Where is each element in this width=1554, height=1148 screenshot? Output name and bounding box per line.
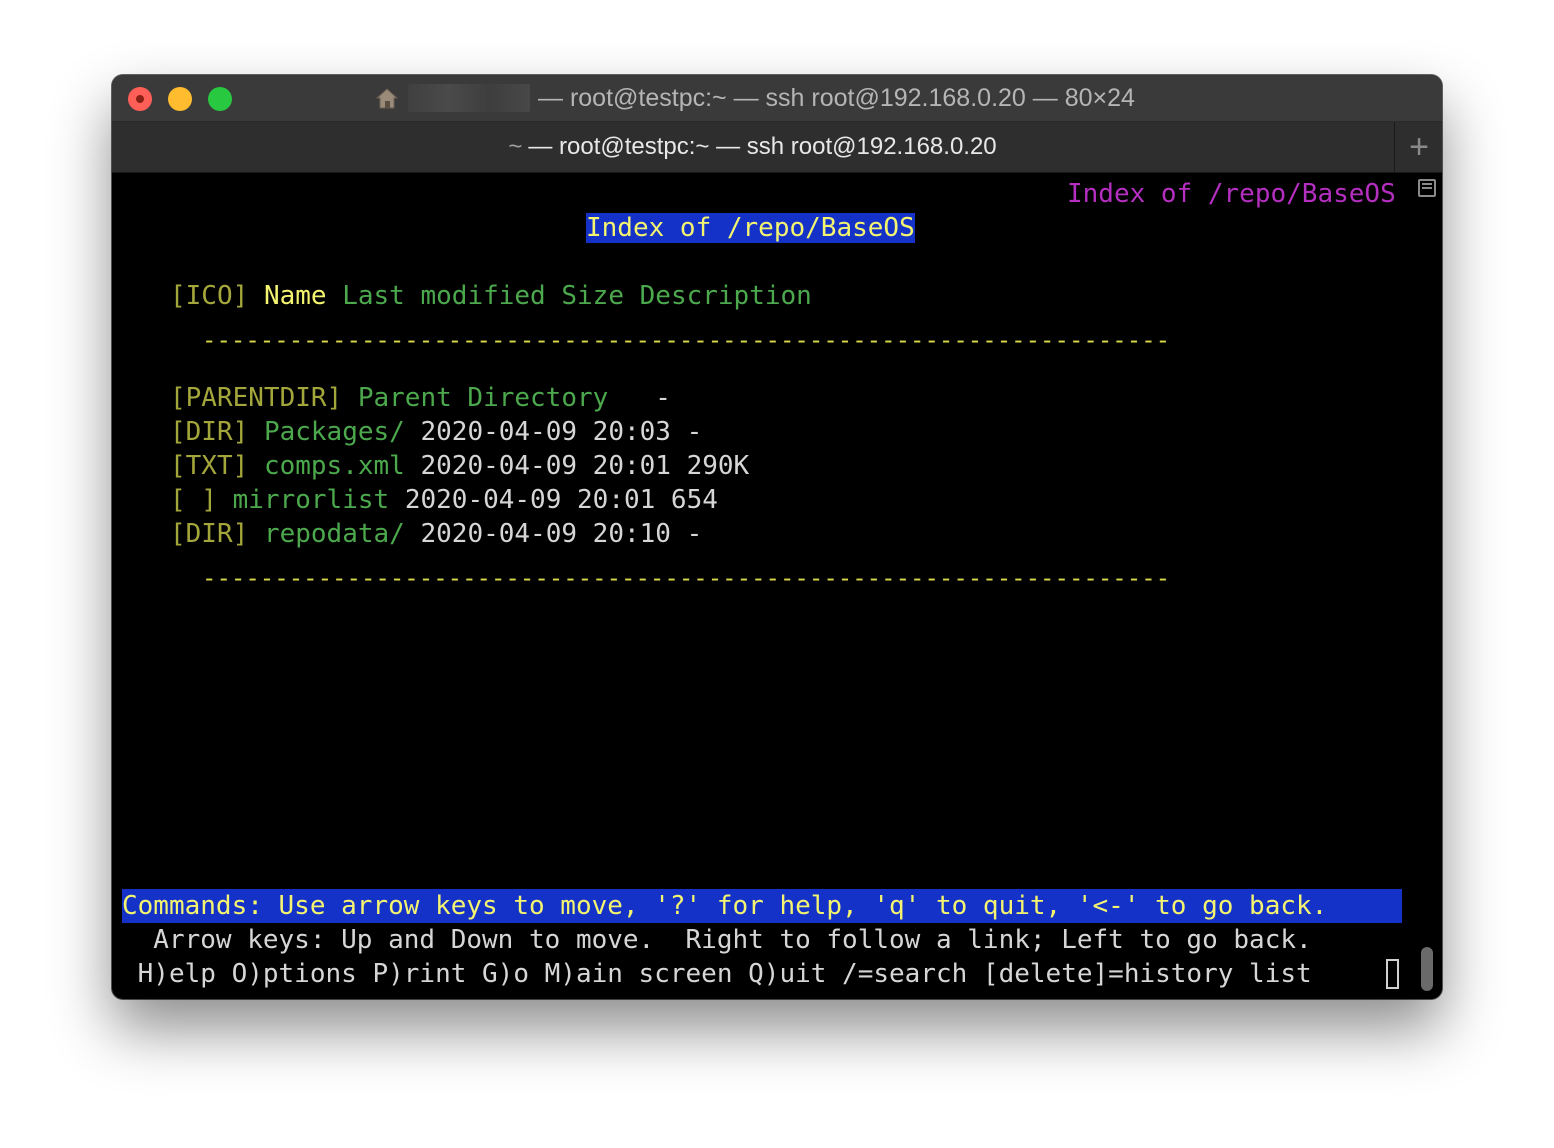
tab-prefix: ~	[508, 133, 523, 160]
entry-meta: 2020-04-09 20:01 654	[404, 485, 718, 515]
tab-label: — root@testpc:~ — ssh root@192.168.0.20	[528, 133, 997, 160]
new-tab-button[interactable]: +	[1394, 122, 1442, 172]
separator-bottom: ----------------------------------------…	[202, 564, 1171, 592]
text-cursor	[1386, 959, 1399, 989]
page-heading-text: Index of /repo/BaseOS	[586, 213, 915, 243]
commands-bar: Commands: Use arrow keys to move, '?' fo…	[122, 889, 1402, 923]
entry-icon: [TXT]	[170, 451, 249, 481]
col-ico[interactable]: [ICO]	[170, 281, 248, 311]
title-bar[interactable]: — root@testpc:~ — ssh root@192.168.0.20 …	[112, 75, 1442, 122]
entry-link[interactable]: comps.xml	[264, 451, 405, 481]
close-button[interactable]	[128, 87, 152, 111]
list-item: [DIR] Packages/ 2020-04-09 20:03 -	[170, 415, 702, 449]
entry-link[interactable]: Parent Directory	[358, 383, 608, 413]
zoom-button[interactable]	[208, 87, 232, 111]
separator-top: ----------------------------------------…	[202, 326, 1171, 354]
entry-icon: [ ]	[170, 485, 217, 515]
entry-link[interactable]: repodata/	[264, 519, 405, 549]
scroll-thumb[interactable]	[1421, 947, 1433, 991]
scroll-toggle-icon[interactable]	[1418, 179, 1436, 197]
entry-link[interactable]: mirrorlist	[233, 485, 390, 515]
terminal-window: — root@testpc:~ — ssh root@192.168.0.20 …	[112, 75, 1442, 999]
entry-meta: -	[608, 383, 671, 413]
help-line-shortcuts: H)elp O)ptions P)rint G)o M)ain screen Q…	[122, 959, 1312, 989]
list-item: [DIR] repodata/ 2020-04-09 20:10 -	[170, 517, 702, 551]
tab-bar: ~ — root@testpc:~ — ssh root@192.168.0.2…	[112, 122, 1442, 173]
page-heading: Index of /repo/BaseOS	[586, 211, 915, 245]
entry-meta: 2020-04-09 20:01 290K	[420, 451, 750, 481]
window-title-text: — root@testpc:~ — ssh root@192.168.0.20 …	[538, 83, 1135, 112]
entry-icon: [DIR]	[170, 417, 249, 447]
col-name[interactable]: Name	[264, 281, 327, 311]
top-right-title: Index of /repo/BaseOS	[1067, 179, 1396, 209]
terminal-content[interactable]: Index of /repo/BaseOS Index of /repo/Bas…	[122, 173, 1402, 989]
scrollbar[interactable]	[1402, 173, 1442, 999]
entry-meta: 2020-04-09 20:10 -	[420, 519, 703, 549]
window-title: — root@testpc:~ — ssh root@192.168.0.20 …	[374, 83, 1135, 113]
column-headers: [ICO] Name Last modified Size Descriptio…	[170, 279, 812, 313]
home-icon	[375, 88, 399, 109]
entry-icon: [DIR]	[170, 519, 249, 549]
list-item: [ ] mirrorlist 2020-04-09 20:01 654	[170, 483, 718, 517]
redacted-username	[408, 84, 530, 112]
help-line-arrows: Arrow keys: Up and Down to move. Right t…	[122, 925, 1312, 955]
entry-link[interactable]: Packages/	[264, 417, 405, 447]
tab-ssh[interactable]: ~ — root@testpc:~ — ssh root@192.168.0.2…	[112, 122, 1393, 172]
col-rest[interactable]: Last modified Size Description	[342, 281, 812, 311]
minimize-button[interactable]	[168, 87, 192, 111]
list-item: [TXT] comps.xml 2020-04-09 20:01 290K	[170, 449, 749, 483]
list-item: [PARENTDIR] Parent Directory -	[170, 381, 671, 415]
entry-meta: 2020-04-09 20:03 -	[420, 417, 703, 447]
entry-icon: [PARENTDIR]	[170, 383, 343, 413]
